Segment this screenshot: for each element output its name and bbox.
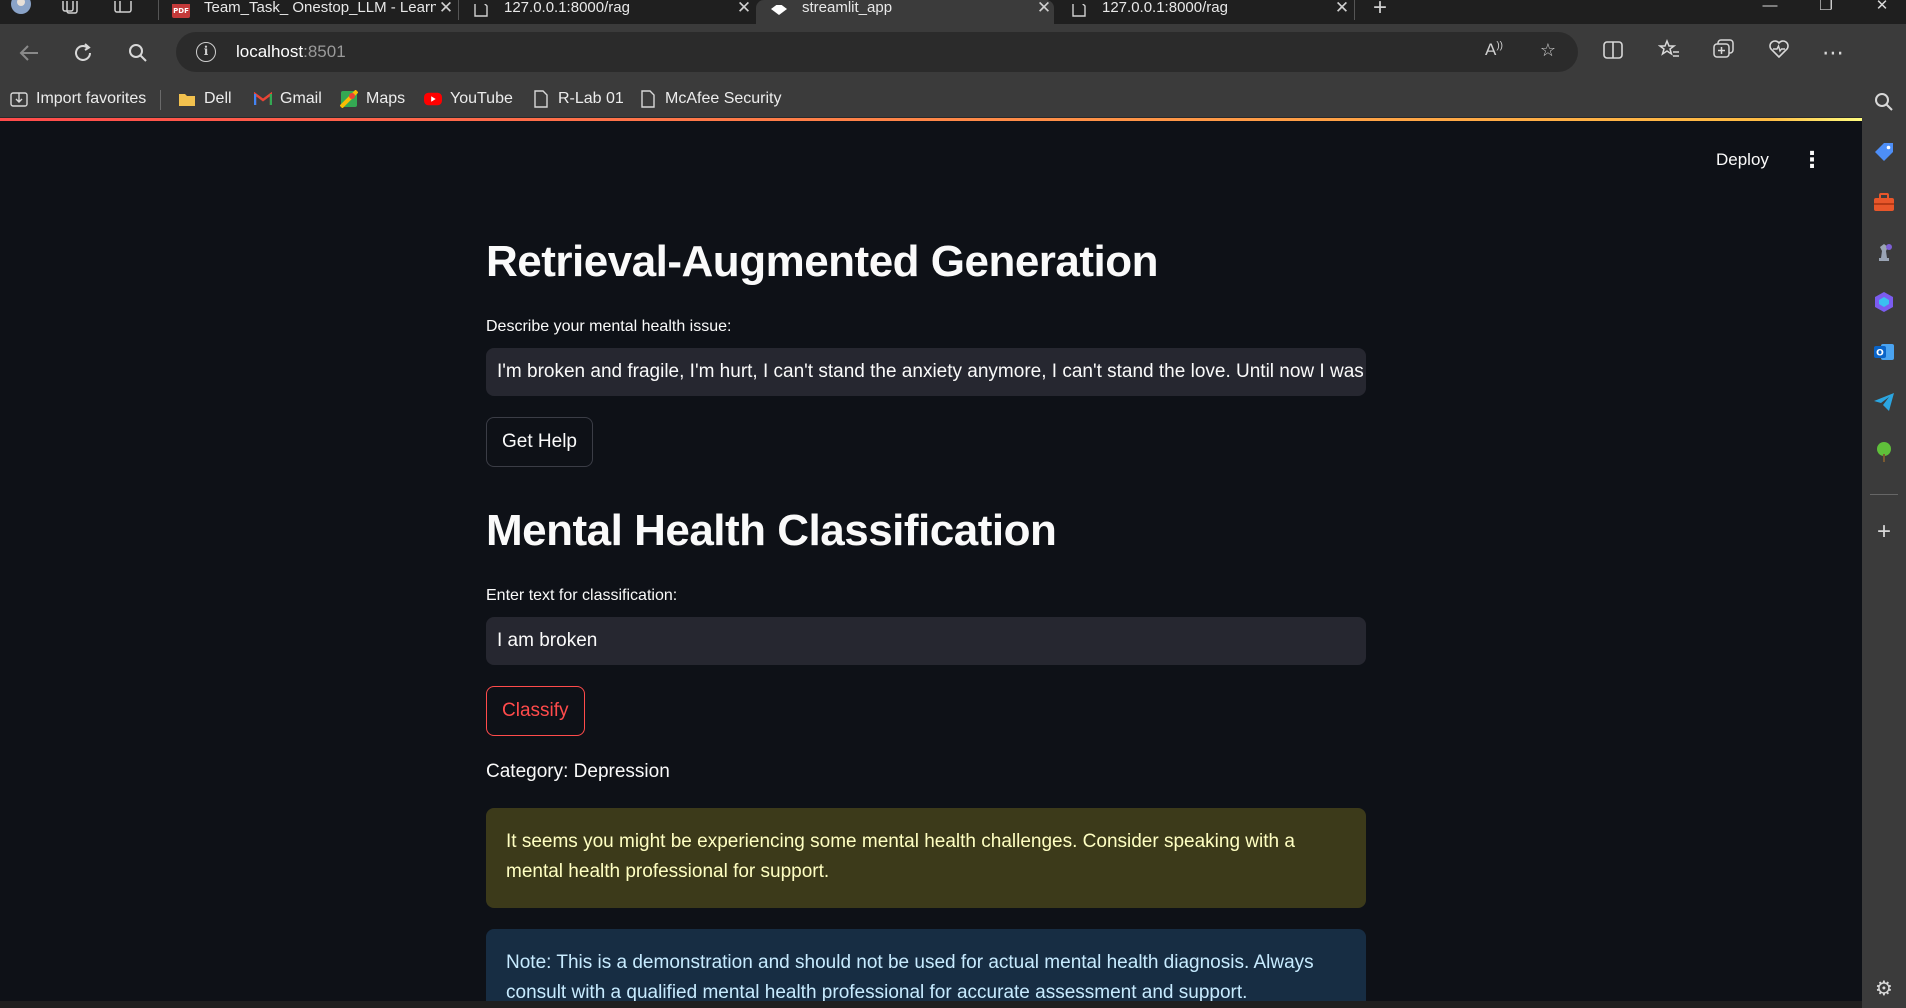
close-tab-icon[interactable]: ✕ (734, 0, 754, 18)
mental-health-issue-input[interactable]: I'm broken and fragile, I'm hurt, I can'… (486, 348, 1366, 396)
page-icon (639, 90, 657, 108)
bookmark-r-lab[interactable]: R-Lab 01 (532, 87, 624, 111)
restore-icon[interactable]: ❐ (1806, 0, 1846, 16)
svg-text:O: O (1876, 349, 1884, 359)
get-help-button[interactable]: Get Help (486, 417, 593, 467)
rag-title: Retrieval-Augmented Generation (486, 237, 1159, 286)
workspaces-icon[interactable] (60, 0, 80, 16)
svg-text:PDF: PDF (173, 7, 189, 15)
bookmark-dell[interactable]: Dell (178, 87, 232, 111)
bookmark-label: Gmail (280, 90, 322, 107)
address-bar[interactable]: i localhost:8501 A)) ☆ (176, 32, 1578, 72)
pdf-icon: PDF (172, 4, 190, 20)
bookmark-label: YouTube (450, 90, 513, 107)
bookmark-label: R-Lab 01 (558, 90, 624, 107)
edge-sidebar: O + ⚙ (1862, 24, 1906, 1008)
favorite-star-icon[interactable]: ☆ (1534, 40, 1562, 64)
page-icon (1070, 4, 1088, 20)
tab-team-task[interactable]: PDF Team_Task_ Onestop_LLM - Learn ✕ (158, 0, 456, 24)
tab-title: 127.0.0.1:8000/rag (1102, 0, 1228, 16)
sidebar-search-icon[interactable] (1872, 90, 1896, 114)
vertical-tabs-icon[interactable] (113, 0, 133, 16)
classification-result: Category: Depression (486, 761, 670, 782)
rag-input-label: Describe your mental health issue: (486, 318, 732, 335)
youtube-icon (424, 90, 442, 108)
maps-icon (340, 90, 358, 108)
tab-title: Team_Task_ Onestop_LLM - Learn (204, 0, 436, 16)
info-note-alert: Note: This is a demonstration and should… (486, 929, 1366, 1001)
favorites-icon[interactable] (1654, 38, 1684, 68)
close-window-icon[interactable]: ✕ (1862, 0, 1902, 16)
classification-title: Mental Health Classification (486, 506, 1057, 555)
reload-icon[interactable] (68, 38, 98, 68)
tab-rag-1[interactable]: 127.0.0.1:8000/rag ✕ (458, 0, 754, 24)
page-icon (472, 4, 490, 20)
deploy-button[interactable]: Deploy (1716, 150, 1769, 170)
profile-avatar-icon[interactable] (10, 0, 32, 16)
microsoft-365-icon[interactable] (1872, 290, 1896, 314)
tab-rag-2[interactable]: 127.0.0.1:8000/rag ✕ (1056, 0, 1352, 24)
minimize-icon[interactable]: — (1750, 0, 1790, 16)
back-icon[interactable] (14, 38, 44, 68)
classification-input-label: Enter text for classification: (486, 587, 678, 604)
search-icon[interactable] (123, 38, 153, 68)
bookmark-mcafee[interactable]: McAfee Security (639, 87, 781, 111)
import-icon (10, 90, 28, 108)
tools-icon[interactable] (1872, 190, 1896, 214)
tree-icon[interactable] (1872, 440, 1896, 464)
window-bottom-edge (0, 1001, 1862, 1008)
bookmark-gmail[interactable]: Gmail (254, 87, 322, 111)
address-url[interactable]: localhost:8501 (236, 42, 346, 62)
split-screen-icon[interactable] (1598, 38, 1628, 68)
add-sidebar-app-icon[interactable]: + (1872, 518, 1896, 545)
read-aloud-icon[interactable]: A)) (1480, 40, 1508, 64)
bookmarks-bar: Import favorites Dell Gmail Maps YouTube… (0, 80, 1862, 118)
tab-title: streamlit_app (802, 0, 893, 16)
close-tab-icon[interactable]: ✕ (436, 0, 456, 18)
collections-icon[interactable] (1709, 38, 1739, 68)
games-chess-icon[interactable] (1872, 240, 1896, 264)
tab-streamlit-app[interactable]: streamlit_app ✕ (756, 0, 1054, 24)
classification-text-input[interactable]: I am broken (486, 617, 1366, 665)
bookmark-maps[interactable]: Maps (340, 87, 405, 111)
browser-tab-bar: PDF Team_Task_ Onestop_LLM - Learn ✕ 127… (0, 0, 1906, 24)
bookmark-import-favorites[interactable]: Import favorites (10, 87, 146, 111)
tab-title: 127.0.0.1:8000/rag (504, 0, 630, 16)
close-tab-icon[interactable]: ✕ (1332, 0, 1352, 18)
more-options-icon[interactable]: ⋯ (1818, 38, 1848, 68)
folder-icon (178, 90, 196, 108)
outlook-icon[interactable]: O (1872, 340, 1896, 364)
bookmark-label: Import favorites (36, 90, 147, 107)
browser-essentials-icon[interactable] (1764, 38, 1794, 68)
bookmark-label: McAfee Security (665, 90, 782, 107)
telegram-send-icon[interactable] (1872, 390, 1896, 414)
classify-button[interactable]: Classify (486, 686, 585, 736)
bookmark-label: Dell (204, 90, 232, 107)
gmail-icon (254, 90, 272, 108)
streamlit-icon (770, 4, 788, 20)
browser-toolbar: i localhost:8501 A)) ☆ ⋯ (0, 24, 1906, 80)
new-tab-icon[interactable]: + (1370, 0, 1390, 20)
bookmark-youtube[interactable]: YouTube (424, 87, 513, 111)
bookmark-label: Maps (366, 90, 406, 107)
page-icon (532, 90, 550, 108)
shopping-tag-icon[interactable] (1872, 140, 1896, 164)
streamlit-app: Deploy ⋮ Retrieval-Augmented Generation … (0, 121, 1862, 1001)
main-menu-icon[interactable]: ⋮ (1800, 145, 1824, 175)
sidebar-settings-icon[interactable]: ⚙ (1872, 976, 1896, 1000)
warning-alert: It seems you might be experiencing some … (486, 808, 1366, 908)
close-tab-icon[interactable]: ✕ (1034, 0, 1054, 18)
site-info-icon[interactable]: i (196, 42, 216, 62)
